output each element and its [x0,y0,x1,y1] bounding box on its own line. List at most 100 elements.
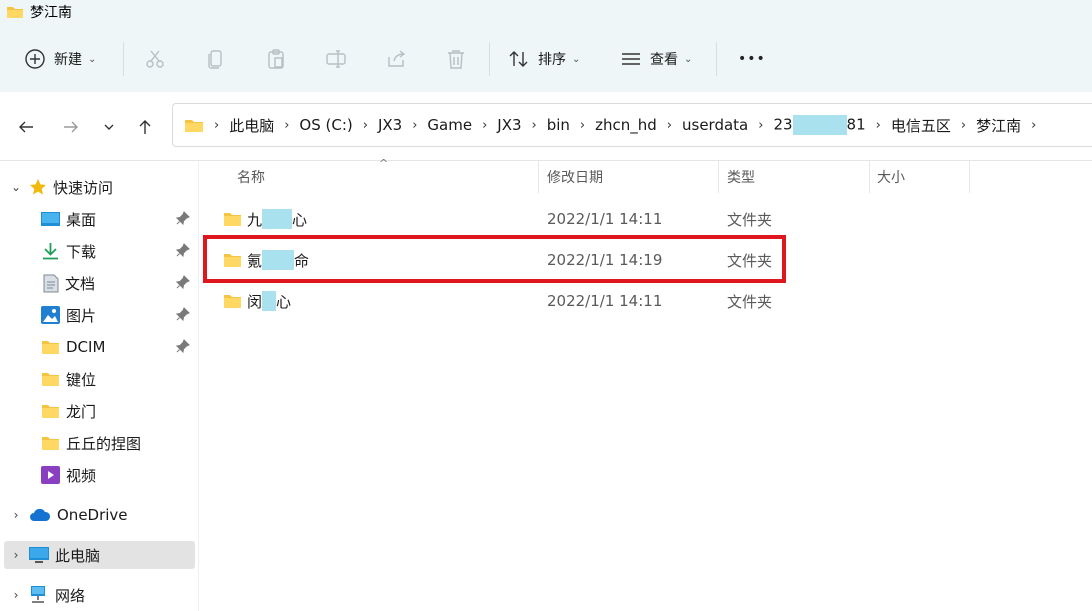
chevron-right-icon: › [1031,117,1037,133]
breadcrumb-item[interactable]: 此电脑 [229,115,274,136]
sort-button[interactable]: 排序 ⌄ [508,36,580,82]
sidebar-item-downloads[interactable]: 下载 [0,237,196,265]
sidebar-item-pictures[interactable]: 图片 [0,301,196,329]
file-name-start: 九 [247,210,263,229]
cut-button[interactable] [144,36,166,82]
column-header-label: 名称 [237,170,265,186]
paste-button[interactable] [265,36,287,82]
chevron-right-icon[interactable]: › [9,588,23,602]
column-header-modified[interactable]: 修改日期 [547,161,603,193]
breadcrumb-account[interactable]: 23 81 [773,115,866,135]
chevron-right-icon: › [579,117,586,133]
breadcrumb-item[interactable]: Game [427,116,472,134]
column-header-label: 大小 [877,170,905,186]
computer-icon [29,546,49,563]
sort-arrows-icon [509,51,528,67]
file-name-end: 心 [292,210,308,229]
column-header-size[interactable]: 大小 [877,161,905,193]
chevron-right-icon: › [758,117,764,133]
pin-icon[interactable] [176,339,190,353]
sidebar-item-face-presets[interactable]: 丘丘的捏图 [0,429,196,457]
scissors-icon [146,50,164,68]
breadcrumb-item[interactable]: 梦江南 [976,115,1021,136]
breadcrumb-item[interactable]: zhcn_hd [595,116,657,134]
sidebar-item-desktop[interactable]: 桌面 [0,205,196,233]
pin-icon[interactable] [176,211,190,225]
arrow-right-icon [64,121,78,133]
column-divider[interactable] [969,161,970,193]
table-row[interactable]: 氪命 2022/1/1 14:19 文件夹 [199,240,1092,280]
sidebar-item-documents[interactable]: 文档 [0,269,196,297]
breadcrumb-item[interactable]: bin [547,116,570,134]
pin-icon[interactable] [176,275,190,289]
network-icon [31,586,45,603]
forward-button[interactable] [58,114,84,140]
chevron-right-icon[interactable]: › [9,548,23,562]
file-list: ^ 名称 修改日期 类型 大小 九心 2022/1/1 14:11 文件夹 氪命… [199,157,1092,611]
file-name-cell[interactable]: 闵心 [223,281,291,321]
chevron-right-icon: › [960,117,967,133]
rename-button[interactable] [325,36,347,82]
view-button[interactable]: 查看 ⌄ [620,36,692,82]
chevron-right-icon[interactable]: › [9,508,23,522]
sidebar-item-keybinds[interactable]: 键位 [0,365,196,393]
back-button[interactable] [13,114,39,140]
column-header-name[interactable]: 名称 [237,161,265,193]
table-row[interactable]: 闵心 2022/1/1 14:11 文件夹 [199,281,1092,321]
view-label: 查看 [650,52,678,68]
folder-icon [7,7,23,18]
sidebar-item-quick-access[interactable]: ⌄ 快速访问 [0,173,196,201]
sidebar-item-onedrive[interactable]: › OneDrive [0,501,196,529]
view-list-icon [622,53,640,65]
chevron-down-icon [104,124,114,130]
chevron-down-icon: ⌄ [572,53,581,65]
sidebar-item-this-pc[interactable]: › 此电脑 [4,541,195,569]
up-button[interactable] [132,114,158,140]
toolbar-divider [123,42,124,76]
column-divider[interactable] [538,161,539,193]
new-button[interactable]: 新建 ⌄ [24,36,96,82]
chevron-right-icon: › [284,117,290,133]
sidebar-item-label: 快速访问 [53,178,114,197]
share-button[interactable] [385,36,407,82]
chevron-down-icon[interactable]: ⌄ [9,180,23,194]
sort-ascending-icon: ^ [379,157,389,170]
sidebar-item-videos[interactable]: 视频 [0,461,196,489]
column-divider[interactable] [718,161,719,193]
more-options-button[interactable]: ••• [738,36,766,82]
pin-icon[interactable] [176,307,190,321]
picture-icon [41,306,60,324]
breadcrumb-item[interactable]: JX3 [497,116,521,134]
breadcrumb-item[interactable]: OS (C:) [299,116,352,134]
sidebar-item-dcim[interactable]: DCIM [0,333,196,361]
file-name-start: 氪 [247,251,263,270]
sidebar-item-label: 丘丘的捏图 [66,434,142,453]
delete-button[interactable] [445,36,467,82]
file-name-cell[interactable]: 氪命 [223,240,309,280]
column-divider[interactable] [869,161,870,193]
toolbar-divider [489,42,490,76]
star-icon [30,179,46,195]
breadcrumb-item[interactable]: JX3 [378,116,402,134]
chevron-right-icon: › [875,117,881,133]
breadcrumb-item[interactable]: userdata [682,116,748,134]
table-row[interactable]: 九心 2022/1/1 14:11 文件夹 [199,199,1092,239]
copy-button[interactable] [205,36,227,82]
pin-icon[interactable] [176,243,190,257]
sidebar-item-label: 此电脑 [55,546,101,565]
command-area: 梦江南 新建 ⌄ 排序 ⌄ 查看 ⌄ ••• [0,0,1092,92]
breadcrumb-item[interactable]: 电信五区 [891,115,951,136]
file-name-cell[interactable]: 九心 [223,199,307,239]
chevron-down-icon: ⌄ [684,53,693,65]
chevron-right-icon: › [666,117,672,133]
sidebar-item-label: 下载 [66,242,97,261]
sidebar-item-label: 键位 [66,370,97,389]
column-header-label: 类型 [727,170,755,186]
sidebar-item-network[interactable]: › 网络 [0,581,196,609]
recent-locations-button[interactable] [96,114,122,140]
address-bar[interactable]: › 此电脑 › OS (C:) › JX3 › Game › JX3 › bin… [172,103,1092,147]
sidebar-item-longmen[interactable]: 龙门 [0,397,196,425]
new-label: 新建 [54,52,82,68]
column-header-type[interactable]: 类型 [727,161,755,193]
sidebar-item-label: 网络 [55,586,86,605]
